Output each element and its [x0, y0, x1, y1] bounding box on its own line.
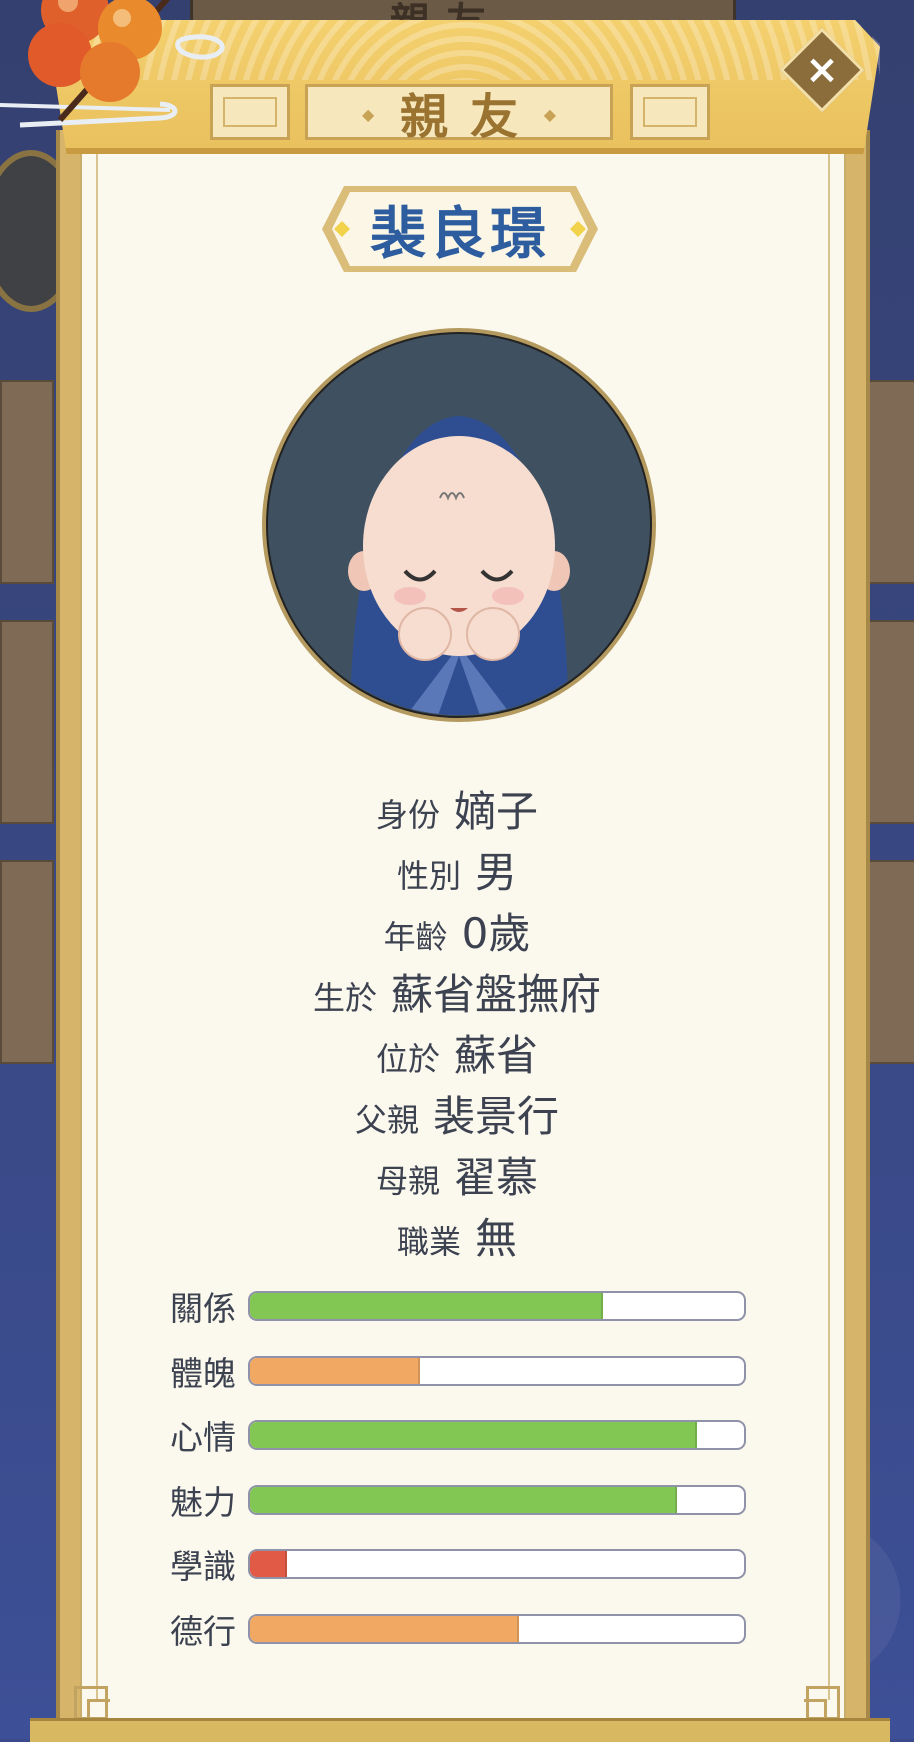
info-value: 蘇省盤撫府: [391, 970, 602, 1019]
stat-label: 學識: [170, 1547, 236, 1587]
info-label: 職業: [396, 1223, 461, 1261]
info-row-location: 位於 蘇省: [0, 1022, 914, 1083]
background-card: [0, 380, 54, 584]
stat-bar: [248, 1484, 746, 1515]
scroll-bottom-rod: [30, 1718, 890, 1742]
info-value: 嫡子: [454, 787, 539, 836]
corner-ornament: [806, 1686, 840, 1720]
info-row-identity: 身份 嫡子: [0, 778, 914, 839]
background-card: [866, 380, 914, 584]
stat-row-knowledge: 學識: [170, 1532, 750, 1597]
info-value: 翟慕: [454, 1153, 539, 1202]
diamond-icon: ◆: [543, 105, 556, 124]
info-list: 身份 嫡子 性別 男 年齡 0歲 生於 蘇省盤撫府 位於 蘇省 父親 裴景行 母…: [0, 778, 914, 1266]
info-value: 男: [475, 848, 518, 897]
stat-bar: [248, 1291, 746, 1322]
info-label: 年齡: [383, 918, 448, 956]
stat-label: 魅力: [170, 1482, 236, 1522]
name-plate: 裴良璟: [322, 184, 598, 274]
stat-row-physique: 體魄: [170, 1339, 750, 1404]
stat-row-relationship: 關係: [170, 1274, 750, 1339]
diamond-icon: ◆: [362, 105, 375, 124]
stat-bar: [248, 1613, 746, 1644]
stat-bar: [248, 1355, 746, 1386]
stat-bar: [248, 1420, 746, 1451]
stat-label: 體魄: [170, 1353, 236, 1393]
info-row-mother: 母親 翟慕: [0, 1144, 914, 1205]
stat-label: 關係: [170, 1289, 236, 1329]
info-label: 母親: [375, 1162, 440, 1200]
info-label: 生於: [312, 979, 377, 1017]
character-name: 裴良璟: [370, 201, 550, 267]
stat-label: 心情: [170, 1418, 236, 1458]
stat-row-charm: 魅力: [170, 1468, 750, 1533]
header-side-plate: [630, 84, 710, 140]
stat-row-virtue: 德行: [170, 1597, 750, 1662]
info-value: 0歲: [461, 909, 531, 958]
info-row-occupation: 職業 無: [0, 1205, 914, 1266]
info-row-gender: 性別 男: [0, 839, 914, 900]
stat-row-mood: 心情: [170, 1403, 750, 1468]
info-value: 裴景行: [433, 1092, 560, 1141]
stat-label: 德行: [170, 1611, 236, 1651]
corner-ornament: [74, 1686, 110, 1722]
info-label: 位於: [375, 1040, 440, 1078]
stat-bar-fill: [250, 1615, 519, 1642]
info-row-father: 父親 裴景行: [0, 1083, 914, 1144]
stat-bar-fill: [250, 1357, 420, 1384]
page-title: 親友: [399, 89, 540, 145]
close-icon[interactable]: ×: [792, 40, 852, 100]
candied-fruit-icon: [0, 0, 225, 128]
header-title-plate: ◆ 親友 ◆: [305, 84, 613, 145]
info-row-age: 年齡 0歲: [0, 900, 914, 961]
info-row-birthplace: 生於 蘇省盤撫府: [0, 961, 914, 1022]
stat-bar-fill: [250, 1422, 697, 1449]
stat-bar-fill: [250, 1486, 677, 1513]
info-label: 性別: [396, 857, 461, 895]
stat-bar-fill: [250, 1551, 287, 1578]
info-value: 蘇省: [454, 1031, 539, 1080]
info-label: 身份: [375, 796, 440, 834]
info-value: 無: [475, 1214, 518, 1263]
character-portrait: [262, 328, 656, 722]
stat-bar-fill: [250, 1293, 603, 1320]
stat-list: 關係 體魄 心情 魅力 學識 德行: [170, 1274, 750, 1661]
stat-bar: [248, 1549, 746, 1580]
info-label: 父親: [354, 1101, 419, 1139]
